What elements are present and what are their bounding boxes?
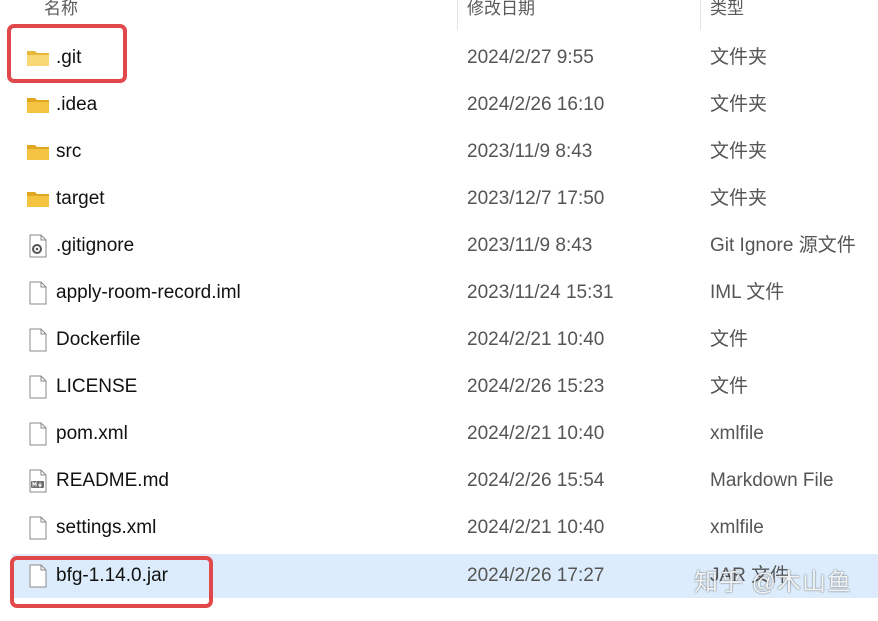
column-date-header[interactable]: 修改日期 — [467, 0, 535, 24]
file-type: 文件 — [710, 376, 749, 397]
file-row-git[interactable]: .git 2024/2/27 9:55 文件夹 — [0, 36, 878, 80]
file-name: apply-room-record.iml — [56, 282, 241, 303]
file-date: 2023/11/9 8:43 — [467, 141, 593, 162]
file-type: IML 文件 — [710, 282, 785, 303]
file-date: 2024/2/26 15:23 — [467, 376, 605, 397]
file-date: 2024/2/26 15:54 — [467, 470, 605, 491]
file-type: 文件夹 — [710, 141, 768, 162]
file-date: 2024/2/21 10:40 — [467, 329, 605, 350]
file-name: README.md — [56, 470, 169, 491]
file-row-readme[interactable]: README.md 2024/2/26 15:54 Markdown File — [0, 459, 878, 503]
file-name: Dockerfile — [56, 329, 141, 350]
markdown-file-icon — [26, 469, 50, 493]
file-date: 2024/2/26 17:27 — [467, 565, 605, 586]
file-name: target — [56, 188, 105, 209]
watermark: 知乎 @木山鱼 — [694, 569, 853, 596]
column-name-header[interactable]: 名称 — [44, 0, 78, 24]
column-divider[interactable] — [700, 0, 701, 30]
file-row-iml[interactable]: apply-room-record.iml 2023/11/24 15:31 I… — [0, 271, 878, 315]
file-type: Git Ignore 源文件 — [710, 235, 856, 256]
file-row-dockerfile[interactable]: Dockerfile 2024/2/21 10:40 文件 — [0, 318, 878, 362]
file-date: 2024/2/21 10:40 — [467, 517, 605, 538]
file-row-license[interactable]: LICENSE 2024/2/26 15:23 文件 — [0, 365, 878, 409]
file-name: LICENSE — [56, 376, 138, 397]
column-divider[interactable] — [457, 0, 458, 30]
file-icon — [26, 328, 50, 352]
file-row-src[interactable]: src 2023/11/9 8:43 文件夹 — [0, 130, 878, 174]
file-row-settings[interactable]: settings.xml 2024/2/21 10:40 xmlfile — [0, 506, 878, 550]
file-row-target[interactable]: target 2023/12/7 17:50 文件夹 — [0, 177, 878, 221]
folder-icon — [26, 140, 50, 164]
file-date: 2024/2/21 10:40 — [467, 423, 605, 444]
file-type: 文件夹 — [710, 47, 768, 68]
column-header: 名称 修改日期 类型 — [0, 0, 878, 30]
file-type: 文件夹 — [710, 94, 768, 115]
file-row-gitignore[interactable]: .gitignore 2023/11/9 8:43 Git Ignore 源文件 — [0, 224, 878, 268]
file-name: .idea — [56, 94, 98, 115]
gear-file-icon — [26, 234, 50, 258]
highlight-box-bfg-jar — [10, 556, 213, 608]
file-name: pom.xml — [56, 423, 128, 444]
folder-icon — [26, 93, 50, 117]
folder-icon — [26, 187, 50, 211]
file-row-pom[interactable]: pom.xml 2024/2/21 10:40 xmlfile — [0, 412, 878, 456]
file-type: xmlfile — [710, 517, 764, 538]
file-date: 2024/2/27 9:55 — [467, 47, 594, 68]
file-type: 文件 — [710, 329, 749, 350]
file-date: 2023/12/7 17:50 — [467, 188, 605, 209]
highlight-box-git — [7, 24, 127, 83]
file-type: Markdown File — [710, 470, 834, 491]
file-date: 2023/11/24 15:31 — [467, 282, 614, 303]
file-date: 2023/11/9 8:43 — [467, 235, 593, 256]
file-icon — [26, 516, 50, 540]
file-name: settings.xml — [56, 517, 157, 538]
file-name: .gitignore — [56, 235, 135, 256]
file-icon — [26, 281, 50, 305]
file-icon — [26, 375, 50, 399]
file-type: 文件夹 — [710, 188, 768, 209]
file-row-idea[interactable]: .idea 2024/2/26 16:10 文件夹 — [0, 83, 878, 127]
file-icon — [26, 422, 50, 446]
file-type: xmlfile — [710, 423, 764, 444]
file-date: 2024/2/26 16:10 — [467, 94, 605, 115]
column-type-header[interactable]: 类型 — [710, 0, 744, 24]
file-name: src — [56, 141, 82, 162]
